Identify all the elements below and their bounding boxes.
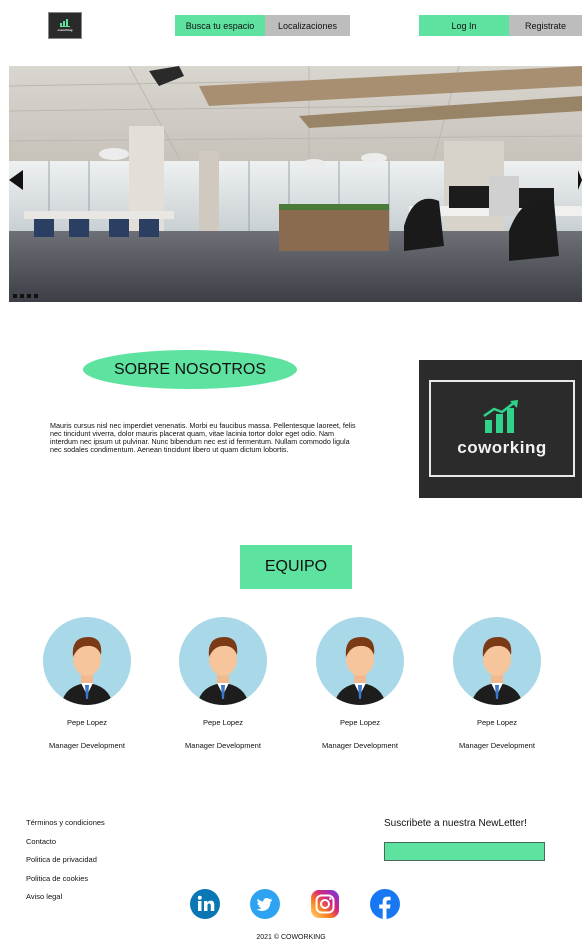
carousel-dot[interactable] [27, 294, 31, 298]
carousel-prev-arrow-icon[interactable] [9, 170, 23, 190]
person-avatar-icon [334, 637, 386, 705]
newsletter-title: Suscribete a nuestra NewLetter! [384, 818, 527, 829]
facebook-icon[interactable] [370, 889, 400, 919]
person-avatar-icon [61, 637, 113, 705]
login-button[interactable]: Log In [419, 15, 509, 36]
avatar [43, 617, 131, 705]
carousel-dot[interactable] [34, 294, 38, 298]
person-avatar-icon [471, 637, 523, 705]
hero-carousel [9, 66, 582, 302]
nav-busca-espacio[interactable]: Busca tu espacio [175, 15, 265, 36]
team-title: EQUIPO [240, 545, 352, 589]
footer-link-privacidad[interactable]: Politica de privacidad [26, 855, 105, 874]
avatar [453, 617, 541, 705]
brand-card: coworking [419, 360, 582, 498]
linkedin-icon[interactable] [190, 889, 220, 919]
team-member-card: Pepe Lopez Manager Development [442, 617, 552, 750]
office-photo [9, 66, 582, 302]
logo-chart-icon [60, 18, 70, 27]
person-avatar-icon [197, 637, 249, 705]
avatar [179, 617, 267, 705]
member-name: Pepe Lopez [339, 718, 381, 727]
footer-link-terminos[interactable]: Términos y condiciones [26, 818, 105, 837]
growth-chart-icon [483, 399, 518, 433]
nav-localizaciones[interactable]: Localizaciones [265, 15, 350, 36]
register-button[interactable]: Registrate [509, 15, 582, 36]
copyright-text: 2021 © COWORKING [256, 934, 326, 941]
about-title: SOBRE NOSOTROS [83, 350, 297, 389]
team-member-card: Pepe Lopez Manager Development [168, 617, 278, 750]
main-nav: Busca tu espacio Localizaciones [175, 15, 350, 36]
about-description: Mauris cursus nisl nec imperdiet venenat… [50, 421, 356, 454]
brand-name: coworking [457, 437, 547, 457]
member-role: Manager Development [322, 741, 398, 750]
auth-nav: Log In Registrate [419, 15, 582, 36]
carousel-dot[interactable] [20, 294, 24, 298]
team-member-card: Pepe Lopez Manager Development [32, 617, 142, 750]
newsletter-email-input[interactable] [384, 842, 545, 861]
member-name: Pepe Lopez [202, 718, 244, 727]
logo[interactable]: coworking [48, 12, 82, 39]
member-role: Manager Development [49, 741, 125, 750]
member-name: Pepe Lopez [476, 718, 518, 727]
logo-text: coworking [57, 27, 73, 32]
footer-link-contacto[interactable]: Contacto [26, 837, 105, 856]
carousel-next-arrow-icon[interactable] [578, 170, 582, 190]
instagram-icon[interactable] [310, 889, 340, 919]
carousel-dot[interactable] [13, 294, 17, 298]
member-name: Pepe Lopez [66, 718, 108, 727]
carousel-indicators [13, 294, 38, 298]
avatar [316, 617, 404, 705]
member-role: Manager Development [185, 741, 261, 750]
footer-links: Términos y condiciones Contacto Politica… [26, 818, 105, 911]
team-member-card: Pepe Lopez Manager Development [305, 617, 415, 750]
twitter-icon[interactable] [250, 889, 280, 919]
footer-link-cookies[interactable]: Politica de cookies [26, 874, 105, 893]
brand-frame: coworking [429, 380, 575, 477]
footer-link-aviso-legal[interactable]: Aviso legal [26, 892, 105, 911]
member-role: Manager Development [459, 741, 535, 750]
